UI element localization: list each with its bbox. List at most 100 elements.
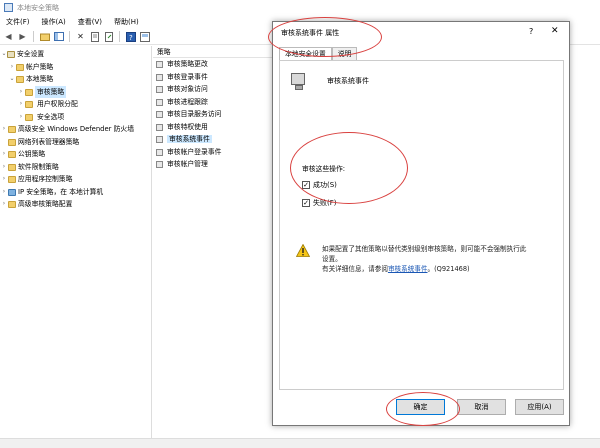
folder-icon bbox=[16, 63, 24, 71]
policy-item[interactable]: 审核目录服务访问 bbox=[153, 108, 273, 121]
cancel-button[interactable]: 取消 bbox=[457, 399, 506, 415]
console-icon[interactable] bbox=[139, 31, 150, 42]
success-checkbox[interactable]: ✓ bbox=[302, 180, 310, 189]
policy-item-label: 审核进程跟踪 bbox=[167, 97, 208, 106]
policy-item[interactable]: 审核登录事件 bbox=[153, 71, 273, 84]
tree-item-local-policies[interactable]: ⌄ 本地策略 bbox=[0, 73, 151, 86]
tree-item-label: 网络列表管理器策略 bbox=[18, 137, 80, 146]
window-titlebar: 本地安全策略 bbox=[0, 0, 600, 16]
expand-icon[interactable]: › bbox=[1, 198, 7, 211]
tree-item-audit-policy[interactable]: › 审核策略 bbox=[0, 85, 151, 99]
delete-icon[interactable]: ✕ bbox=[75, 31, 86, 42]
warning-prefix: 有关详细信息，请参阅 bbox=[322, 265, 388, 273]
menu-help[interactable]: 帮助(H) bbox=[114, 16, 139, 29]
tree-item-public-key[interactable]: › 公钥策略 bbox=[0, 148, 151, 161]
policy-computer-icon bbox=[291, 73, 307, 91]
tree-item-software-restriction[interactable]: › 软件限制策略 bbox=[0, 161, 151, 174]
folder-icon bbox=[25, 101, 33, 108]
policy-item[interactable]: 审核特权使用 bbox=[153, 121, 273, 134]
tree-item-advanced-audit[interactable]: › 高级审核策略配置 bbox=[0, 198, 151, 211]
failure-checkbox-row[interactable]: ✓ 失败(F) bbox=[302, 197, 337, 208]
expand-icon[interactable]: › bbox=[1, 161, 7, 174]
expand-icon[interactable]: › bbox=[1, 186, 7, 199]
toolbar-separator bbox=[69, 31, 70, 42]
tree-item-ip-security[interactable]: › IP 安全策略，在 本地计算机 bbox=[0, 186, 151, 199]
tree-item-label: 公钥策略 bbox=[18, 150, 46, 158]
tree-item-user-rights[interactable]: › 用户权限分配 bbox=[0, 98, 151, 111]
warning-text: 如果配置了其他策略以替代类别级别审核策略，则可能不会强制执行此 设置。 有关详细… bbox=[322, 244, 552, 274]
menu-view[interactable]: 查看(V) bbox=[78, 16, 102, 29]
failure-checkbox[interactable]: ✓ bbox=[302, 198, 310, 207]
menu-action[interactable]: 操作(A) bbox=[42, 16, 66, 29]
collapse-icon[interactable]: ⌄ bbox=[9, 73, 15, 86]
tree-item-account-policies[interactable]: › 帐户策略 bbox=[0, 61, 151, 74]
expand-icon[interactable]: › bbox=[9, 61, 15, 74]
close-button[interactable]: ✕ bbox=[551, 26, 559, 36]
expand-icon[interactable]: › bbox=[18, 111, 24, 124]
tree-item-security-settings[interactable]: ⌄ 安全设置 bbox=[0, 48, 151, 61]
back-icon[interactable]: ◀ bbox=[3, 31, 14, 42]
policy-item[interactable]: 审核进程跟踪 bbox=[153, 96, 273, 109]
expand-icon[interactable]: › bbox=[1, 173, 7, 186]
dialog-tabs: 本地安全设置 说明 bbox=[279, 47, 358, 61]
policy-item-label: 审核帐户登录事件 bbox=[167, 147, 222, 156]
tree-item-defender-firewall[interactable]: › 高级安全 Windows Defender 防火墙 bbox=[0, 123, 151, 136]
toolbar-separator bbox=[33, 31, 34, 42]
policy-icon bbox=[156, 161, 163, 168]
policy-item[interactable]: 审核策略更改 bbox=[153, 58, 273, 71]
dialog-body: 审核系统事件 审核这些操作: ✓ 成功(S) ✓ 失败(F) 如果配置了其他策略… bbox=[279, 60, 564, 390]
failure-label: 失败(F) bbox=[313, 198, 337, 207]
policy-column-header[interactable]: 策略 bbox=[153, 46, 273, 58]
security-settings-icon bbox=[7, 51, 15, 58]
policy-item-label: 审核登录事件 bbox=[167, 72, 208, 81]
folder-icon bbox=[8, 126, 16, 133]
app-icon bbox=[4, 3, 13, 12]
ok-button[interactable]: 确定 bbox=[396, 399, 445, 415]
policy-item-label: 审核对象访问 bbox=[167, 85, 208, 93]
tree-item-label: 帐户策略 bbox=[26, 62, 54, 71]
audit-system-events-link[interactable]: 审核系统事件 bbox=[388, 265, 428, 273]
tree-item-label: 安全选项 bbox=[37, 112, 65, 121]
audit-actions-label: 审核这些操作: bbox=[302, 165, 346, 173]
ip-security-icon bbox=[8, 188, 16, 196]
policy-item[interactable]: 审核帐户登录事件 bbox=[153, 146, 273, 159]
policy-icon bbox=[156, 73, 163, 81]
warning-line-3: 有关详细信息，请参阅审核系统事件。(Q921468) bbox=[322, 264, 552, 274]
tree-item-label: 软件限制策略 bbox=[18, 162, 59, 171]
tree-item-label: 安全设置 bbox=[17, 50, 45, 58]
apply-button[interactable]: 应用(A) bbox=[515, 399, 564, 415]
export-list-icon[interactable] bbox=[103, 31, 114, 42]
properties-icon[interactable] bbox=[89, 31, 100, 42]
policy-icon bbox=[156, 123, 163, 131]
menu-file[interactable]: 文件(F) bbox=[6, 16, 30, 29]
up-folder-icon[interactable] bbox=[39, 31, 50, 42]
tree-item-label: 审核策略 bbox=[35, 85, 67, 98]
dialog-title: 审核系统事件 属性 bbox=[281, 29, 340, 37]
policy-item[interactable]: 审核对象访问 bbox=[153, 83, 273, 96]
policy-item-selected[interactable]: 审核系统事件 bbox=[153, 133, 273, 146]
policy-icon bbox=[156, 136, 163, 143]
tab-local-security-setting[interactable]: 本地安全设置 bbox=[279, 47, 332, 61]
forward-icon[interactable]: ▶ bbox=[17, 31, 28, 42]
tree-item-app-control[interactable]: › 应用程序控制策略 bbox=[0, 173, 151, 186]
tab-explain[interactable]: 说明 bbox=[331, 47, 358, 60]
properties-dialog: 审核系统事件 属性 ? ✕ 本地安全设置 说明 审核系统事件 审核这些操作: ✓… bbox=[272, 21, 570, 426]
help-button[interactable]: ? bbox=[529, 27, 533, 36]
expand-icon[interactable]: › bbox=[1, 123, 7, 136]
warning-line-2: 设置。 bbox=[322, 255, 342, 263]
tree-item-label: 高级安全 Windows Defender 防火墙 bbox=[18, 125, 134, 133]
expand-icon[interactable]: › bbox=[1, 148, 7, 161]
tree-item-label: 应用程序控制策略 bbox=[18, 175, 73, 183]
success-checkbox-row[interactable]: ✓ 成功(S) bbox=[302, 179, 337, 190]
policy-item[interactable]: 审核帐户管理 bbox=[153, 158, 273, 171]
window-title: 本地安全策略 bbox=[17, 4, 59, 12]
policy-item-label: 审核目录服务访问 bbox=[167, 110, 222, 118]
tree-item-network-list[interactable]: 网络列表管理器策略 bbox=[0, 136, 151, 149]
tree-item-security-options[interactable]: › 安全选项 bbox=[0, 111, 151, 124]
expand-icon[interactable]: › bbox=[18, 98, 24, 111]
tree-item-label: 高级审核策略配置 bbox=[18, 200, 73, 208]
expand-icon[interactable]: › bbox=[18, 86, 24, 99]
show-tree-icon[interactable] bbox=[53, 31, 64, 42]
help-icon[interactable]: ? bbox=[125, 31, 136, 42]
folder-icon bbox=[8, 201, 16, 208]
